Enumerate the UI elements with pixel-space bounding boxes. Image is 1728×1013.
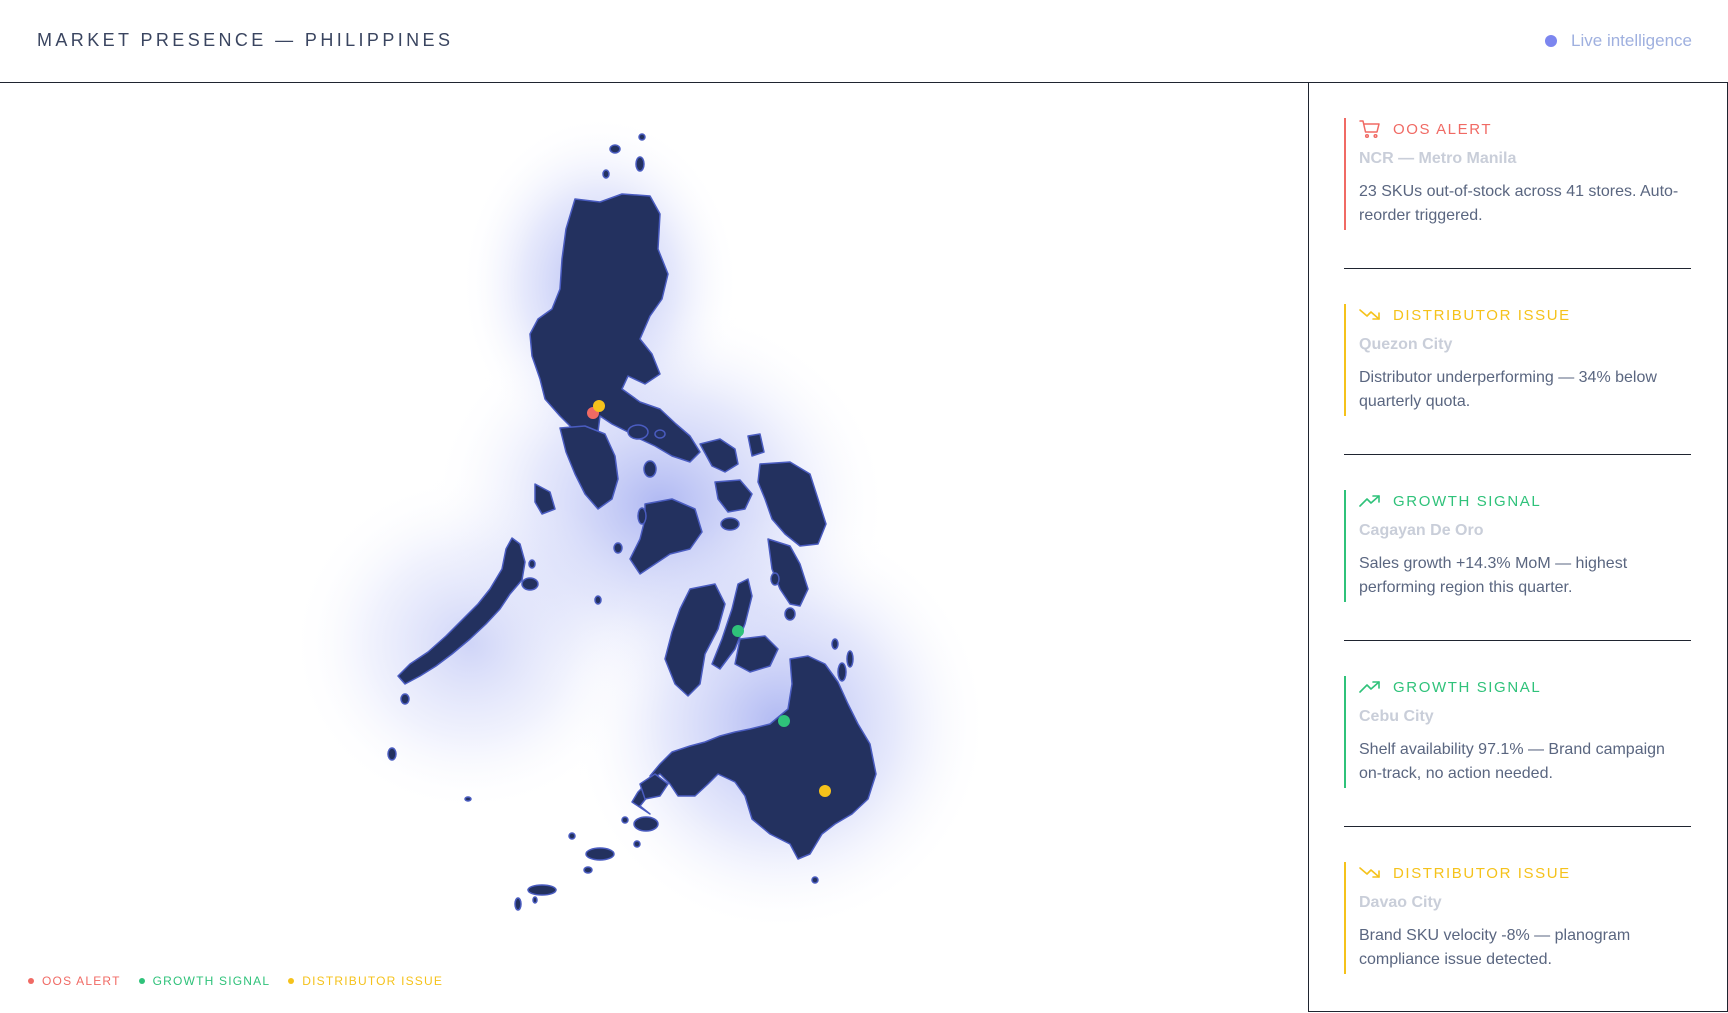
alert-type: OOS ALERT xyxy=(1393,120,1493,138)
legend-dot-icon xyxy=(28,978,34,984)
alert-description: Brand SKU velocity -8% — planogram compl… xyxy=(1359,927,1631,968)
alert-card-head: DISTRIBUTOR ISSUE xyxy=(1359,304,1691,326)
marker-distributor-davao[interactable] xyxy=(819,785,831,797)
legend-item-distributor: DISTRIBUTOR ISSUE xyxy=(288,974,443,988)
alert-card-body: GROWTH SIGNAL Cebu City Shelf availabili… xyxy=(1344,676,1691,788)
marker-distributor-quezon[interactable] xyxy=(593,400,605,412)
trend-down-icon xyxy=(1359,867,1380,878)
trend-up-icon xyxy=(1359,681,1380,693)
alert-type: DISTRIBUTOR ISSUE xyxy=(1393,306,1571,324)
alert-card-head: GROWTH SIGNAL xyxy=(1359,490,1691,512)
cart-icon xyxy=(1359,120,1380,139)
alert-location: Quezon City xyxy=(1359,336,1453,353)
live-indicator: Live intelligence xyxy=(1545,31,1692,51)
legend-dot-icon xyxy=(288,978,295,984)
alert-type: DISTRIBUTOR ISSUE xyxy=(1393,864,1571,882)
alert-location: Davao City xyxy=(1359,894,1442,911)
alert-type: GROWTH SIGNAL xyxy=(1393,678,1542,696)
alert-card[interactable]: GROWTH SIGNAL Cebu City Shelf availabili… xyxy=(1344,641,1691,827)
alert-description: 23 SKUs out-of-stock across 41 stores. A… xyxy=(1359,183,1679,224)
alert-card[interactable]: DISTRIBUTOR ISSUE Davao City Brand SKU v… xyxy=(1344,827,1691,1013)
legend-item-growth: GROWTH SIGNAL xyxy=(138,974,271,988)
alert-card-head: GROWTH SIGNAL xyxy=(1359,676,1691,698)
page-header: MARKET PRESENCE — PHILIPPINES Live intel… xyxy=(0,0,1728,83)
alert-type: GROWTH SIGNAL xyxy=(1393,492,1542,510)
alert-card-head: DISTRIBUTOR ISSUE xyxy=(1359,862,1691,884)
philippines-map xyxy=(290,114,990,934)
alert-card-body: OOS ALERT NCR — Metro Manila 23 SKUs out… xyxy=(1344,118,1691,230)
legend-dot-icon xyxy=(138,978,145,984)
alert-location: Cebu City xyxy=(1359,708,1434,725)
alert-card-body: DISTRIBUTOR ISSUE Quezon City Distributo… xyxy=(1344,304,1691,416)
map-area: OOS ALERT GROWTH SIGNAL DISTRIBUTOR ISSU… xyxy=(0,84,1308,1013)
alert-location: NCR — Metro Manila xyxy=(1359,150,1517,167)
alert-card-body: DISTRIBUTOR ISSUE Davao City Brand SKU v… xyxy=(1344,862,1691,974)
map-legend: OOS ALERT GROWTH SIGNAL DISTRIBUTOR ISSU… xyxy=(28,974,443,988)
alert-card[interactable]: GROWTH SIGNAL Cagayan De Oro Sales growt… xyxy=(1344,455,1691,641)
alert-description: Sales growth +14.3% MoM — highest perfor… xyxy=(1359,555,1628,596)
alert-card[interactable]: OOS ALERT NCR — Metro Manila 23 SKUs out… xyxy=(1344,83,1691,269)
legend-item-oos: OOS ALERT xyxy=(28,974,121,988)
marker-growth-cagayan[interactable] xyxy=(778,715,790,727)
page-title: MARKET PRESENCE — PHILIPPINES xyxy=(37,30,454,50)
trend-down-icon xyxy=(1359,309,1380,320)
alert-description: Shelf availability 97.1% — Brand campaig… xyxy=(1359,741,1665,782)
alert-card-head: OOS ALERT xyxy=(1359,118,1691,140)
live-dot-icon xyxy=(1545,35,1558,47)
alert-description: Distributor underperforming — 34% below … xyxy=(1359,369,1657,410)
marker-growth-cebu[interactable] xyxy=(732,625,744,637)
alert-location: Cagayan De Oro xyxy=(1359,522,1484,539)
live-label: Live intelligence xyxy=(1571,31,1692,50)
alert-card[interactable]: DISTRIBUTOR ISSUE Quezon City Distributo… xyxy=(1344,269,1691,455)
alert-card-body: GROWTH SIGNAL Cagayan De Oro Sales growt… xyxy=(1344,490,1691,602)
alerts-sidebar: OOS ALERT NCR — Metro Manila 23 SKUs out… xyxy=(1308,83,1728,1012)
trend-up-icon xyxy=(1359,495,1380,507)
